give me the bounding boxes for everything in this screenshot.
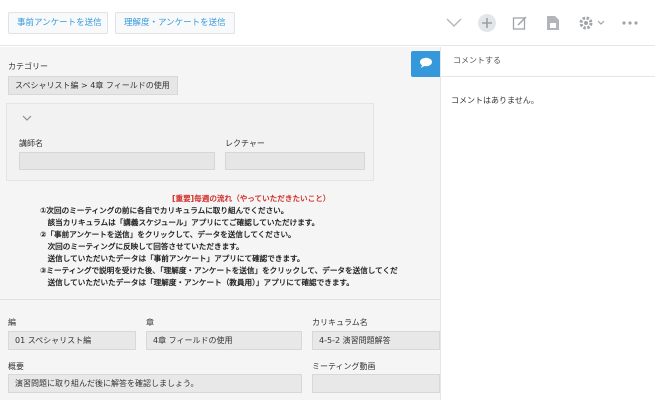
notice-heading: [重要]毎週の流れ（やっていただきたいこと） bbox=[172, 194, 331, 203]
lecture-value bbox=[225, 152, 365, 170]
comment-placeholder: コメントする bbox=[453, 56, 501, 65]
chapter-value: 4章 フィールドの使用 bbox=[146, 331, 302, 350]
comment-panel: コメントする コメントはありません。 bbox=[440, 47, 655, 400]
category-value: スペシャリスト編 > 4章 フィールドの使用 bbox=[8, 76, 178, 95]
more-icon[interactable] bbox=[620, 13, 640, 33]
comment-input[interactable]: コメントする bbox=[441, 47, 655, 77]
pre-survey-button[interactable]: 事前アンケートを送信 bbox=[8, 12, 108, 34]
chapter-label: 章 bbox=[146, 318, 154, 327]
category-label: カテゴリー bbox=[8, 62, 48, 71]
volume-value: 01 スペシャリスト編 bbox=[8, 331, 136, 350]
curriculum-label: カリキュラム名 bbox=[312, 318, 368, 327]
weekly-flow-notice: [重要]毎週の流れ（やっていただきたいこと） ①次回のミーティングの前に各自でカ… bbox=[40, 193, 440, 289]
plus-icon[interactable] bbox=[477, 13, 497, 33]
notice-line: 該当カリキュラムは「講義スケジュール」アプリにてご確認していただけます。 bbox=[40, 218, 320, 227]
speech-bubble-icon bbox=[419, 57, 433, 72]
summary-label: 概要 bbox=[8, 362, 24, 371]
chevron-down-icon[interactable] bbox=[22, 114, 32, 125]
record-toolbar: 事前アンケートを送信 理解度・アンケートを送信 bbox=[0, 0, 655, 46]
lecturer-value bbox=[19, 152, 215, 170]
notice-line: 送信していただいたデータは「事前アンケート」アプリにて確認できます。 bbox=[40, 254, 305, 263]
lecture-label: レクチャー bbox=[225, 139, 265, 148]
meeting-video-label: ミーティング動画 bbox=[312, 362, 376, 371]
lecturer-label: 講師名 bbox=[19, 139, 43, 148]
notice-line: ①次回のミーティングの前に各自でカリキュラムに取り組んでください。 bbox=[40, 206, 289, 215]
volume-label: 編 bbox=[8, 318, 16, 327]
notice-line: ③ミーティングで説明を受けた後、「理解度・アンケートを送信」をクリックして、デー… bbox=[40, 266, 398, 275]
summary-value: 演習問題に取り組んだ後に解答を確認しましょう。 bbox=[8, 374, 302, 393]
document-icon[interactable] bbox=[543, 13, 563, 33]
gear-icon[interactable] bbox=[577, 13, 607, 33]
notice-line: 送信していただいたデータは「理解度・アンケート（教員用）」アプリにて確認できます… bbox=[40, 278, 354, 287]
notice-line: ②「事前アンケートを送信」をクリックして、データを送信してください。 bbox=[40, 230, 296, 239]
comment-toggle-button[interactable] bbox=[411, 51, 440, 77]
lecturer-group: 講師名 レクチャー bbox=[6, 103, 374, 181]
no-comments-text: コメントはありません。 bbox=[451, 96, 539, 105]
curriculum-value: 4-5-2 演習問題解答 bbox=[312, 331, 440, 350]
record-detail: カテゴリー スペシャリスト編 > 4章 フィールドの使用 講師名 レクチャー [… bbox=[0, 47, 440, 400]
comprehension-survey-button[interactable]: 理解度・アンケートを送信 bbox=[115, 12, 235, 34]
chevron-down-icon[interactable] bbox=[444, 13, 464, 33]
meeting-video-value bbox=[312, 374, 440, 393]
edit-icon[interactable] bbox=[510, 13, 530, 33]
notice-line: 次回のミーティングに反映して回答させていただきます。 bbox=[40, 242, 244, 251]
section-divider bbox=[0, 299, 440, 300]
